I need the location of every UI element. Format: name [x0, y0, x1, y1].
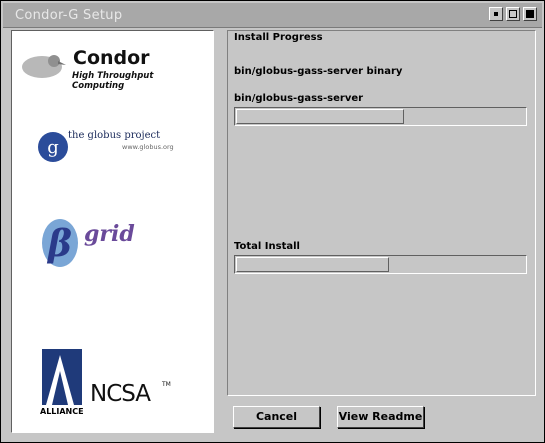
condor-logo: Condor High Throughput Computing: [18, 47, 208, 91]
window-title: Condor-G Setup: [15, 8, 123, 23]
total-progress-bar: [234, 255, 527, 274]
alliance-icon: [42, 349, 82, 405]
condor-bird-icon: [22, 55, 66, 78]
cancel-button[interactable]: Cancel: [233, 406, 320, 428]
globus-url: www.globus.org: [122, 143, 174, 151]
maximize-icon: [509, 10, 517, 18]
svg-text:β: β: [46, 223, 72, 265]
bgrid-graphic: β grid: [42, 219, 135, 267]
setup-window: Condor-G Setup Condor High Throughput Co…: [0, 0, 545, 443]
file-progress-bar: [234, 107, 527, 126]
dot-icon: [494, 12, 498, 16]
menu-button[interactable]: [489, 7, 503, 21]
install-progress-group: [227, 30, 536, 396]
title-bar[interactable]: Condor-G Setup: [3, 3, 542, 28]
maximize-button[interactable]: [506, 7, 520, 21]
svg-text:g: g: [47, 137, 59, 158]
alliance-text: ALLIANCE: [40, 407, 84, 416]
view-readme-button[interactable]: View Readme: [337, 406, 424, 428]
svg-text:grid: grid: [84, 221, 135, 247]
condor-tagline: High Throughput Computing: [72, 71, 154, 91]
condor-name: Condor: [73, 47, 150, 69]
close-button[interactable]: [523, 7, 537, 21]
logo-panel: Condor High Throughput Computing g the g…: [11, 30, 214, 433]
current-file-label: bin/globus-gass-server: [234, 93, 364, 104]
total-progress-fill: [236, 257, 389, 272]
ncsa-tm: TM: [162, 381, 171, 388]
ncsa-text: NCSA: [90, 381, 151, 407]
group-title: Install Progress: [232, 32, 325, 43]
current-file-heading: bin/globus-gass-server binary: [234, 66, 403, 77]
ncsa-logo: NCSA TM: [90, 381, 200, 411]
globus-logo: g the globus project www.globus.org: [36, 127, 206, 171]
close-icon: [526, 10, 534, 18]
bgrid-logo: β grid: [40, 211, 170, 271]
globus-g-icon: g: [38, 132, 68, 162]
total-install-label: Total Install: [234, 241, 300, 252]
file-progress-fill: [236, 109, 404, 124]
alliance-logo: ALLIANCE: [40, 347, 86, 417]
globus-name: the globus project: [68, 130, 161, 141]
